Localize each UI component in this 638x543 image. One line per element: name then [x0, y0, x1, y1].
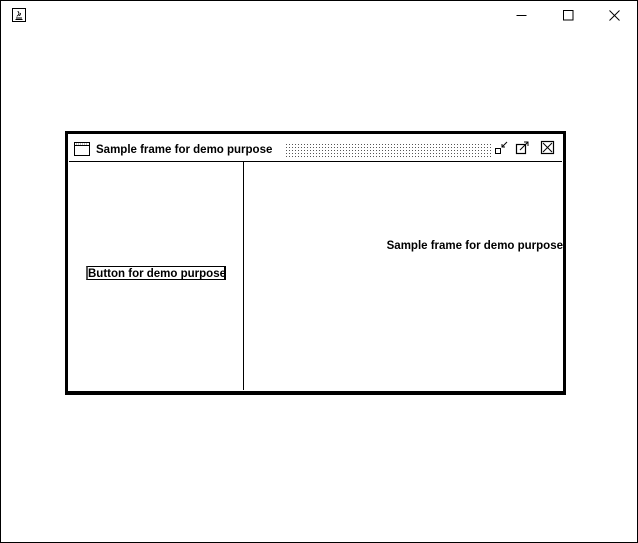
internal-frame-titlebar[interactable]: Sample frame for demo purpose [69, 135, 562, 162]
demo-button[interactable]: Button for demo purpose [86, 266, 226, 280]
iconify-button[interactable] [494, 140, 510, 156]
java-cup-icon [12, 8, 26, 22]
internal-frame-title: Sample frame for demo purpose [96, 144, 273, 156]
right-pane-label: Sample frame for demo purpose [386, 240, 563, 252]
close-box-icon [540, 140, 555, 155]
internal-maximize-button[interactable] [514, 140, 530, 156]
window-icon [74, 142, 90, 156]
outer-titlebar[interactable] [1, 1, 637, 31]
close-button[interactable] [592, 3, 638, 29]
minimize-button[interactable] [499, 3, 545, 29]
close-icon [609, 10, 620, 21]
titlebar-grip-pattern [285, 143, 492, 157]
minimize-icon [516, 15, 527, 16]
maximize-button[interactable] [546, 3, 592, 29]
maximize-icon [563, 10, 574, 21]
maximize-icon [515, 141, 529, 155]
iconify-icon [495, 141, 508, 154]
internal-frame[interactable]: Sample frame for demo purpose Button for… [65, 131, 566, 395]
outer-window: Sample frame for demo purpose Button for… [0, 0, 638, 543]
internal-close-button[interactable] [540, 140, 556, 156]
left-pane: Button for demo purpose [69, 162, 244, 390]
